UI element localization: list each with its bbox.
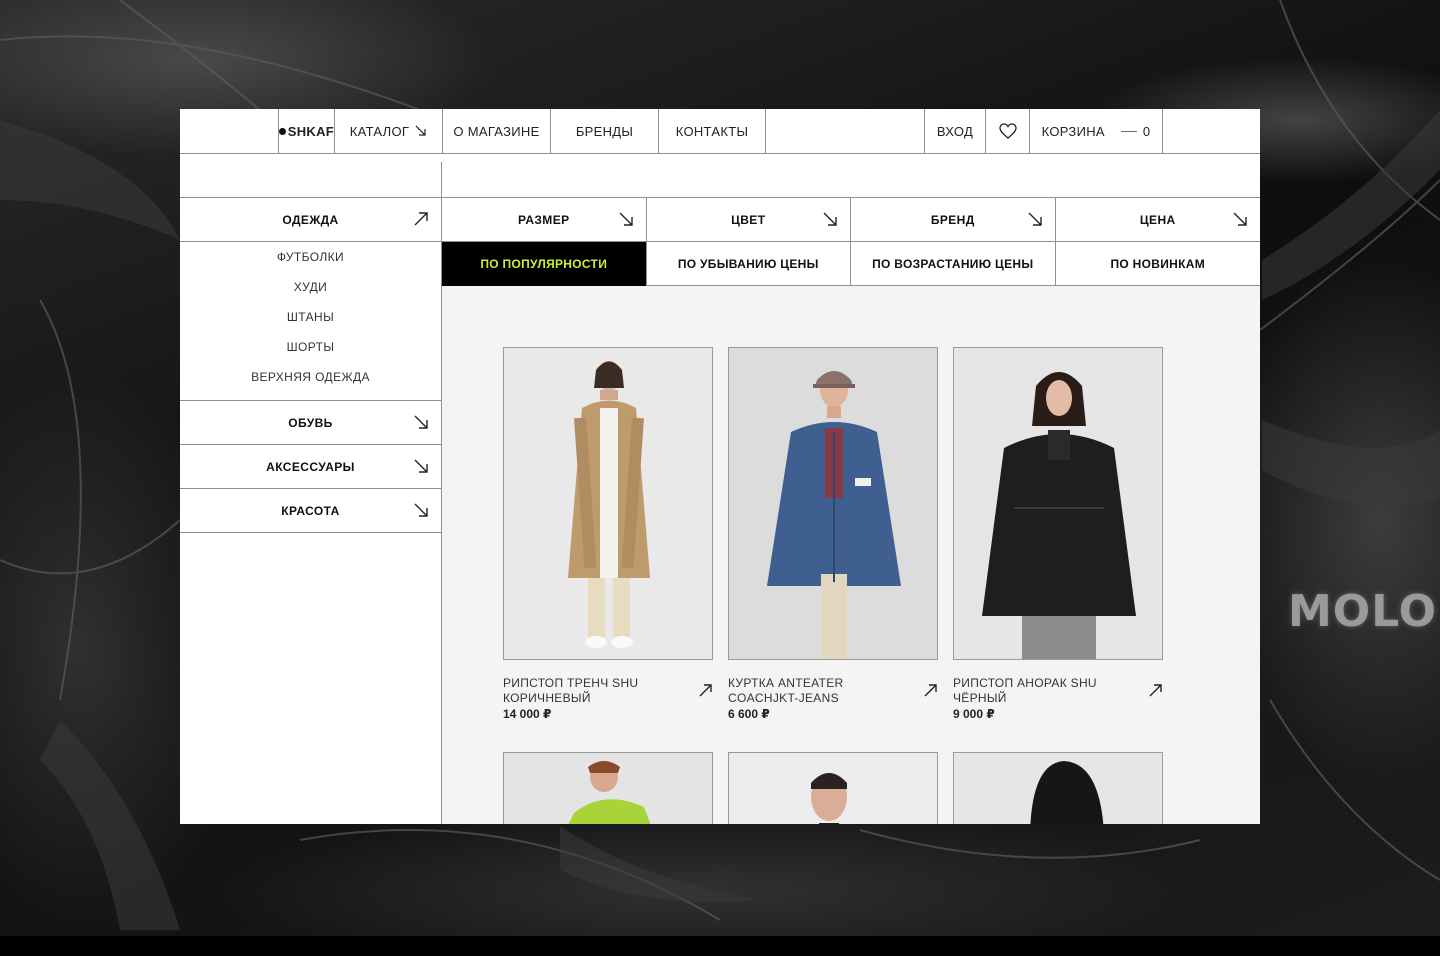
product-name[interactable]: РИПСТОП АНОРАК SHU ЧЁРНЫЙ [953,676,1133,706]
cart-count: 0 [1142,123,1151,139]
category-shoes[interactable]: ОБУВЬ [180,401,441,445]
filter-size[interactable]: РАЗМЕР [442,198,647,242]
category-accessories-label: АКСЕССУАРЫ [266,459,355,474]
trench-coat-photo [504,348,712,659]
product-name-line2: КОРИЧНЕВЫЙ [503,691,591,705]
product-photo[interactable] [953,752,1163,824]
product-name-line1: РИПСТОП АНОРАК SHU [953,676,1097,690]
arrow-up-right-icon [414,212,428,226]
divider [441,162,442,198]
product-card[interactable] [728,752,938,824]
filter-brand[interactable]: БРЕНД [851,198,1056,242]
product-card[interactable] [953,752,1163,824]
filter-brand-label: БРЕНД [930,213,975,227]
category-shoes-label: ОБУВЬ [288,415,333,430]
favorites-button[interactable] [985,109,1029,153]
arrow-down-right-icon [414,459,428,473]
product-photo[interactable] [728,347,938,660]
arrow-down-right-icon [414,415,428,429]
product-card[interactable]: КУРТКА ANTEATER COACHJKT-JEANS 6 600 ₽ [728,347,938,721]
sort-price-desc[interactable]: ПО УБЫВАНИЮ ЦЕНЫ [647,242,851,286]
category-accessories[interactable]: АКСЕССУАРЫ [180,445,441,489]
login-label: ВХОД [936,123,974,139]
clothing-subcategories: ФУТБОЛКИ ХУДИ ШТАНЫ ШОРТЫ ВЕРХНЯЯ ОДЕЖДА [180,242,441,401]
filter-size-label: РАЗМЕР [517,213,570,227]
product-photo[interactable] [503,752,713,824]
portrait-photo [729,753,937,824]
product-name[interactable]: КУРТКА ANTEATER COACHJKT-JEANS [728,676,908,706]
cart-button[interactable]: КОРЗИНА 0 [1029,109,1163,153]
nav-contacts-label: КОНТАКТЫ [675,123,749,139]
product-name-line2: ЧЁРНЫЙ [953,691,1007,705]
logo-dot-icon [279,127,286,135]
product-name[interactable]: РИПСТОП ТРЕНЧ SHU КОРИЧНЕВЫЙ [503,676,683,706]
category-clothing-label: ОДЕЖДА [282,212,339,227]
arrow-up-right-icon[interactable] [1149,683,1163,697]
nav-brands[interactable]: БРЕНДЫ [550,109,658,153]
product-price: 14 000 ₽ [503,707,552,721]
secondary-bar [180,154,1260,198]
filter-bar: РАЗМЕР ЦВЕТ БРЕНД ЦЕНА [442,198,1260,242]
bottom-strip [0,936,1440,956]
nav-about-label: О МАГАЗИНЕ [453,123,540,139]
sort-tabs: ПО ПОПУЛЯРНОСТИ ПО УБЫВАНИЮ ЦЕНЫ ПО ВОЗР… [442,242,1260,286]
shop-window: SHKAF КАТАЛОГ О МАГАЗИНЕ БРЕНДЫ КОНТАКТЫ… [180,109,1260,824]
top-navigation: SHKAF КАТАЛОГ О МАГАЗИНЕ БРЕНДЫ КОНТАКТЫ… [180,109,1260,154]
arrow-down-right-icon [415,125,426,136]
nav-contacts[interactable]: КОНТАКТЫ [658,109,766,153]
product-photo[interactable] [953,347,1163,660]
subcategory-tshirts[interactable]: ФУТБОЛКИ [180,246,441,276]
subcategory-hoodies[interactable]: ХУДИ [180,276,441,306]
cart-separator [1120,130,1137,132]
filter-price-label: ЦЕНА [1139,213,1176,227]
arrow-up-right-icon[interactable] [924,683,938,697]
heart-icon [998,123,1017,139]
subcategory-shorts[interactable]: ШОРТЫ [180,336,441,366]
product-grid: РИПСТОП ТРЕНЧ SHU КОРИЧНЕВЫЙ 14 000 ₽ КУ… [442,286,1260,824]
login-button[interactable]: ВХОД [924,109,985,153]
filter-color[interactable]: ЦВЕТ [647,198,851,242]
arrow-up-right-icon[interactable] [699,683,713,697]
arrow-down-right-icon [823,212,837,226]
arrow-down-right-icon [1233,212,1247,226]
backdrop-brand-text: MOLO [1288,586,1438,637]
arrow-down-right-icon [1028,212,1042,226]
sort-newest[interactable]: ПО НОВИНКАМ [1056,242,1261,286]
cart-label: КОРЗИНА [1041,123,1105,139]
nav-catalog[interactable]: КАТАЛОГ [334,109,442,153]
product-name-line1: РИПСТОП ТРЕНЧ SHU [503,676,639,690]
denim-jacket-photo [729,348,937,659]
nav-about[interactable]: О МАГАЗИНЕ [442,109,550,153]
subcategory-outerwear[interactable]: ВЕРХНЯЯ ОДЕЖДА [180,366,441,396]
product-name-line1: КУРТКА ANTEATER [728,676,844,690]
subcategory-pants[interactable]: ШТАНЫ [180,306,441,336]
product-card[interactable] [503,752,713,824]
green-hoodie-photo [504,753,712,824]
product-card[interactable]: РИПСТОП АНОРАК SHU ЧЁРНЫЙ 9 000 ₽ [953,347,1163,721]
arrow-down-right-icon [619,212,633,226]
category-beauty-label: КРАСОТА [281,503,340,518]
product-photo[interactable] [728,752,938,824]
product-photo[interactable] [503,347,713,660]
arrow-down-right-icon [414,503,428,517]
category-clothing[interactable]: ОДЕЖДА [180,198,441,242]
product-price: 6 600 ₽ [728,707,770,721]
black-anorak-photo [954,348,1162,659]
filter-price[interactable]: ЦЕНА [1056,198,1261,242]
product-price: 9 000 ₽ [953,707,995,721]
brand-name: SHKAF [287,123,334,139]
black-hoodie-photo [954,753,1162,824]
filter-color-label: ЦВЕТ [731,213,766,227]
product-name-line2: COACHJKT-JEANS [728,691,839,705]
brand-logo[interactable]: SHKAF [278,109,334,153]
sort-price-asc[interactable]: ПО ВОЗРАСТАНИЮ ЦЕНЫ [851,242,1056,286]
sort-popularity[interactable]: ПО ПОПУЛЯРНОСТИ [442,242,647,286]
product-card[interactable]: РИПСТОП ТРЕНЧ SHU КОРИЧНЕВЫЙ 14 000 ₽ [503,347,713,721]
nav-brands-label: БРЕНДЫ [575,123,634,139]
category-beauty[interactable]: КРАСОТА [180,489,441,533]
nav-catalog-label: КАТАЛОГ [349,123,410,139]
category-sidebar: ОДЕЖДА ФУТБОЛКИ ХУДИ ШТАНЫ ШОРТЫ ВЕРХНЯЯ… [180,198,442,824]
